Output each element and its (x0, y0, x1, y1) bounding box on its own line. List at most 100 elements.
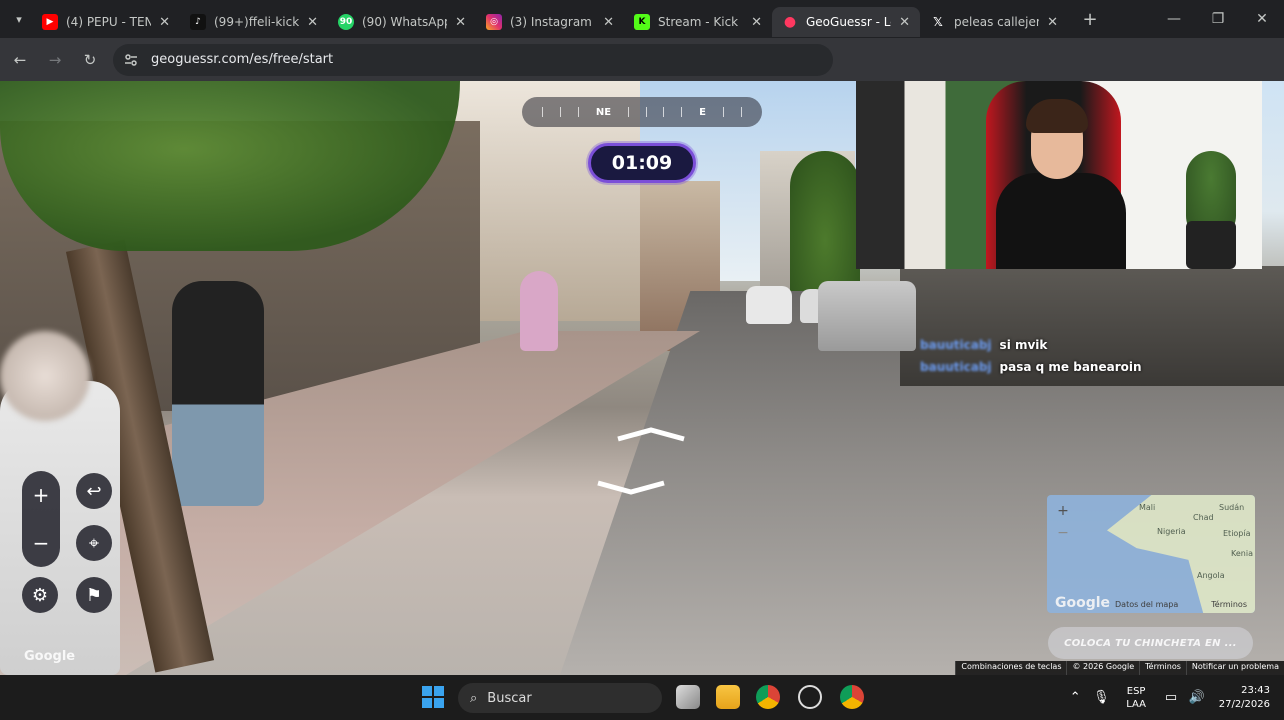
system-tray: ⌃ 🎙 ESP LAA ▭ 🔊 23:43 27/2/2026 (1062, 675, 1284, 720)
car (818, 281, 916, 351)
return-to-start-pin-icon[interactable]: ⌖ (76, 525, 112, 561)
keyboard-layout: LAA (1126, 698, 1146, 710)
google-watermark: Google (24, 649, 76, 664)
clock[interactable]: 23:43 27/2/2026 (1210, 684, 1270, 712)
obs-icon[interactable] (798, 685, 822, 709)
car (746, 286, 792, 324)
close-tab-icon[interactable]: ✕ (307, 15, 318, 30)
network-icon[interactable]: ▭ (1160, 690, 1182, 705)
map-google-logo: Google (1055, 595, 1111, 611)
map-label: Angola (1197, 571, 1225, 580)
task-view-icon[interactable] (676, 685, 700, 709)
map-label: Nigeria (1157, 527, 1186, 536)
windows-start-icon[interactable] (422, 686, 444, 708)
x-icon: 𝕏 (933, 15, 943, 29)
streamer-webcam (856, 81, 1262, 269)
language-indicator[interactable]: ESP LAA (1126, 685, 1146, 711)
whatsapp-icon: 90 (338, 14, 354, 30)
pedestrian (172, 281, 264, 506)
close-tab-icon[interactable]: ✕ (159, 15, 170, 30)
compass-bar: NE E (522, 97, 762, 127)
tab-title: peleas callejeras (954, 15, 1040, 29)
tab-title: GeoGuessr - Let (806, 15, 891, 29)
address-bar[interactable]: geoguessr.com/es/free/start (113, 43, 833, 76)
pedestrian (520, 271, 558, 351)
tab-x[interactable]: 𝕏 peleas callejeras ✕ (920, 7, 1068, 37)
round-timer: 01:09 (588, 143, 696, 183)
kick-icon: K (634, 14, 650, 30)
place-pin-button[interactable]: COLOCA TU CHINCHETA EN ... (1048, 627, 1253, 659)
stream-chat: bauuticabj si mvik bauuticabj pasa q me ba… (920, 334, 1142, 378)
tab-title: (4) PEPU - TENG (66, 15, 152, 29)
compass-ne-label: NE (595, 106, 612, 118)
flag-icon[interactable]: ⚑ (76, 577, 112, 613)
report-problem-link[interactable]: Notificar un problema (1185, 661, 1284, 675)
chat-message: bauuticabj si mvik (920, 334, 1142, 356)
move-back-arrow-icon[interactable] (596, 479, 666, 495)
tab-kick[interactable]: K Stream - Kick Da ✕ (624, 7, 772, 37)
url-text: geoguessr.com/es/free/start (151, 52, 334, 67)
restore-icon[interactable]: ❐ (1196, 0, 1240, 38)
volume-icon[interactable]: 🔊 (1186, 690, 1208, 705)
browser-toolbar: ← → ↻ geoguessr.com/es/free/start (0, 38, 1284, 81)
street-view-panorama[interactable]: NE E 01:09 + − ↩ ⌖ ⚙ ⚑ Google bauuticabj… (0, 81, 1284, 675)
language-code: ESP (1126, 685, 1146, 697)
map-terms-link[interactable]: Términos (1211, 600, 1247, 609)
minimize-icon[interactable]: — (1152, 0, 1196, 38)
tab-title: (3) Instagram (510, 15, 592, 29)
tab-geoguessr[interactable]: ● GeoGuessr - Let ✕ (772, 7, 920, 37)
settings-gear-icon[interactable]: ⚙ (22, 577, 58, 613)
tab-title: (99+)ffeli-kick ( (214, 15, 300, 29)
chat-username: bauuticabj (920, 360, 992, 374)
tab-tiktok[interactable]: ♪ (99+)ffeli-kick ( ✕ (180, 7, 328, 37)
tab-search-chevron-icon[interactable]: ▾ (6, 6, 32, 32)
zoom-in-icon[interactable]: + (22, 471, 60, 519)
new-tab-icon[interactable]: + (1076, 5, 1104, 33)
map-label: Kenia (1231, 549, 1253, 558)
youtube-icon: ▶ (42, 14, 58, 30)
chat-message: bauuticabj pasa q me banearoin (920, 356, 1142, 378)
move-forward-arrow-icon[interactable] (616, 427, 686, 443)
keyboard-shortcuts-link[interactable]: Combinaciones de teclas (955, 661, 1066, 675)
close-tab-icon[interactable]: ✕ (1047, 15, 1058, 30)
tab-strip: ▾ ▶ (4) PEPU - TENG ✕ ♪ (99+)ffeli-kick … (0, 0, 1284, 38)
close-tab-icon[interactable]: ✕ (751, 15, 762, 30)
tab-instagram[interactable]: ◎ (3) Instagram ✕ (476, 7, 624, 37)
file-explorer-icon[interactable] (716, 685, 740, 709)
map-data-link[interactable]: Datos del mapa (1115, 600, 1178, 609)
search-placeholder: Buscar (487, 690, 532, 706)
forward-arrow-icon[interactable]: → (40, 45, 70, 75)
chevron-up-icon[interactable]: ⌃ (1064, 690, 1086, 705)
tab-whatsapp[interactable]: 90 (90) WhatsApp ✕ (328, 7, 476, 37)
chrome-profile-icon[interactable] (840, 685, 864, 709)
close-window-icon[interactable]: ✕ (1240, 0, 1284, 38)
chat-text: pasa q me banearoin (999, 360, 1142, 374)
map-label: Etiopía (1223, 529, 1251, 538)
map-zoom-out-icon[interactable]: − (1053, 523, 1073, 543)
undo-move-icon[interactable]: ↩ (76, 473, 112, 509)
map-zoom-in-icon[interactable]: + (1053, 501, 1073, 521)
chrome-icon[interactable] (756, 685, 780, 709)
map-label: Sudán (1219, 503, 1245, 512)
terms-link[interactable]: Términos (1139, 661, 1186, 675)
microphone-icon[interactable]: 🎙 (1090, 690, 1112, 705)
clock-time: 23:43 (1241, 684, 1270, 696)
reload-icon[interactable]: ↻ (75, 45, 105, 75)
back-arrow-icon[interactable]: ← (5, 45, 35, 75)
zoom-out-icon[interactable]: − (22, 519, 60, 567)
taskbar-search[interactable]: ⌕ Buscar (458, 683, 662, 713)
site-info-icon[interactable] (123, 52, 139, 68)
guess-minimap[interactable]: Mali Sudán Chad Nigeria Etiopía Kenia An… (1047, 495, 1255, 613)
close-tab-icon[interactable]: ✕ (455, 15, 466, 30)
streamer-hair (1026, 99, 1088, 133)
map-label: Mali (1139, 503, 1156, 512)
tiktok-icon: ♪ (190, 14, 206, 30)
close-tab-icon[interactable]: ✕ (603, 15, 614, 30)
close-tab-icon[interactable]: ✕ (899, 15, 910, 30)
compass-e-label: E (699, 106, 706, 118)
zoom-controls: + − (22, 471, 60, 567)
clock-date: 27/2/2026 (1218, 698, 1270, 710)
chat-text: si mvik (999, 338, 1048, 352)
tab-youtube[interactable]: ▶ (4) PEPU - TENG ✕ (32, 7, 180, 37)
geoguessr-pin-icon: ● (783, 14, 797, 30)
